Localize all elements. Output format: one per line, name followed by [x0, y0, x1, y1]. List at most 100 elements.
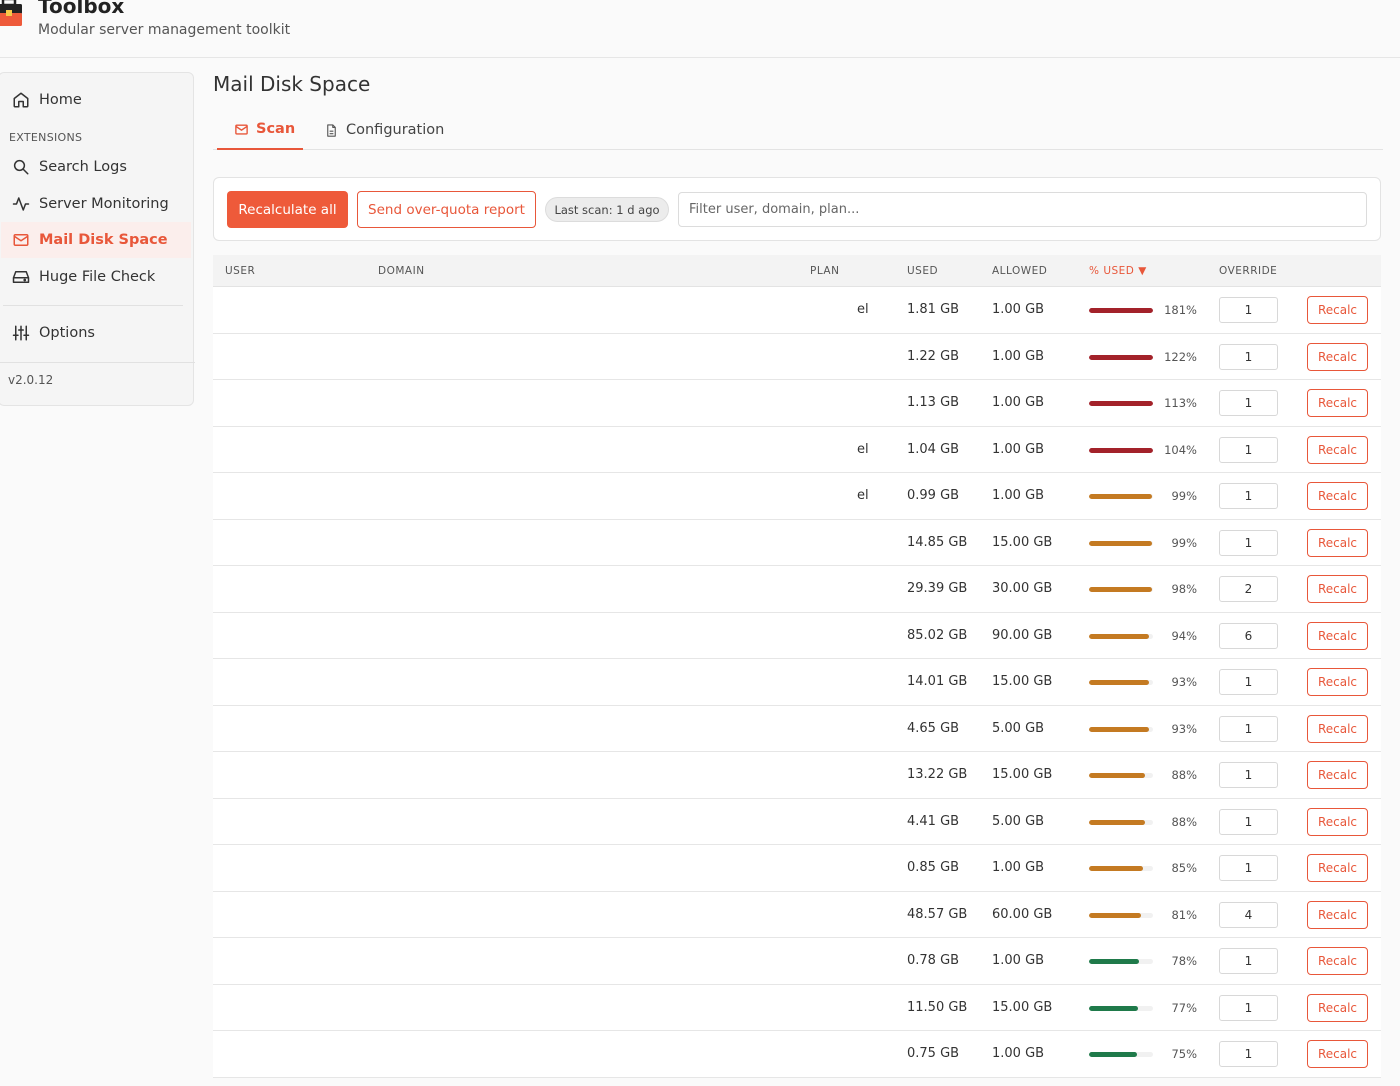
override-input[interactable]	[1219, 715, 1278, 742]
override-input[interactable]	[1219, 855, 1278, 881]
override-input[interactable]	[1219, 343, 1278, 370]
recalc-button[interactable]: Recalc	[1307, 528, 1368, 557]
column-header-override[interactable]: OVERRIDE	[1219, 265, 1277, 277]
used-cell: 1.22 GB	[907, 348, 960, 364]
override-input[interactable]	[1219, 529, 1278, 556]
usage-bar-fill	[1089, 1005, 1139, 1011]
usage-bar-fill	[1089, 773, 1146, 778]
recalc-button[interactable]: Recalc	[1307, 900, 1368, 929]
pct-used-cell: 88%	[1171, 814, 1197, 829]
sidebar-item-options[interactable]: Options	[1, 315, 191, 351]
table-row: 4.65 GB 5.00 GB 93% Recalc	[213, 705, 1381, 752]
recalc-button[interactable]: Recalc	[1307, 1040, 1368, 1068]
row-user-domain-area	[213, 612, 858, 658]
scan-toolbar: Recalculate all Send over-quota report L…	[213, 177, 1381, 241]
pct-used-cell: 93%	[1171, 721, 1197, 736]
row-user-domain-area	[213, 1031, 858, 1077]
sidebar-item-huge-file-check[interactable]: Huge File Check	[1, 259, 191, 295]
row-user-domain-area	[213, 659, 858, 705]
used-cell: 29.39 GB	[907, 581, 968, 596]
usage-bar	[1089, 308, 1153, 313]
usage-bar	[1089, 1052, 1153, 1057]
usage-bar	[1089, 726, 1153, 732]
sidebar-item-home[interactable]: Home	[1, 82, 191, 118]
usage-bar	[1089, 866, 1153, 871]
override-input[interactable]	[1219, 576, 1278, 602]
recalc-button[interactable]: Recalc	[1307, 296, 1368, 324]
recalc-button[interactable]: Recalc	[1307, 714, 1368, 743]
override-input[interactable]	[1219, 436, 1278, 463]
used-cell: 11.50 GB	[907, 999, 968, 1015]
sliders-icon	[11, 323, 31, 343]
usage-bar-fill	[1089, 866, 1144, 871]
usage-bar-fill	[1089, 447, 1153, 453]
tab-configuration[interactable]: Configuration	[324, 110, 444, 150]
recalc-button[interactable]: Recalc	[1307, 435, 1368, 464]
used-cell: 0.85 GB	[907, 860, 960, 875]
sidebar-item-label: Server Monitoring	[39, 196, 169, 212]
usage-bar	[1089, 401, 1153, 406]
sidebar-item-mail-disk-space[interactable]: Mail Disk Space	[1, 222, 191, 258]
send-over-quota-report-button[interactable]: Send over-quota report	[357, 191, 536, 228]
row-user-domain-area	[213, 705, 858, 751]
pct-used-cell: 77%	[1171, 1000, 1197, 1015]
used-cell: 4.65 GB	[907, 720, 960, 736]
override-input[interactable]	[1219, 622, 1278, 649]
recalculate-all-button[interactable]: Recalculate all	[227, 191, 348, 228]
sidebar-item-label: Huge File Check	[39, 269, 156, 285]
override-input[interactable]	[1219, 901, 1278, 928]
override-input[interactable]	[1219, 1041, 1278, 1067]
allowed-cell: 1.00 GB	[992, 302, 1045, 317]
filter-input[interactable]	[678, 192, 1367, 227]
recalc-button[interactable]: Recalc	[1307, 993, 1368, 1022]
hard-drive-icon	[11, 267, 31, 287]
recalc-button[interactable]: Recalc	[1307, 947, 1368, 975]
allowed-cell: 15.00 GB	[992, 674, 1053, 689]
override-input[interactable]	[1219, 390, 1278, 416]
override-input[interactable]	[1219, 808, 1278, 835]
recalc-button[interactable]: Recalc	[1307, 575, 1368, 603]
used-cell: 1.81 GB	[907, 302, 960, 317]
plan-cell: el	[857, 302, 869, 317]
recalc-button[interactable]: Recalc	[1307, 668, 1368, 696]
recalc-button[interactable]: Recalc	[1307, 621, 1368, 650]
recalc-button[interactable]: Recalc	[1307, 854, 1368, 882]
column-header-allowed[interactable]: ALLOWED	[992, 265, 1047, 277]
recalc-button[interactable]: Recalc	[1307, 342, 1368, 371]
override-input[interactable]	[1219, 994, 1278, 1021]
override-input[interactable]	[1219, 669, 1278, 695]
usage-bar-fill	[1089, 680, 1149, 685]
row-user-domain-area	[213, 984, 858, 1030]
override-input[interactable]	[1219, 297, 1278, 323]
override-input[interactable]	[1219, 483, 1278, 509]
sidebar-divider	[3, 305, 183, 306]
version-label: v2.0.12	[8, 373, 54, 387]
usage-bar	[1089, 959, 1153, 964]
sidebar-item-server-monitoring[interactable]: Server Monitoring	[1, 186, 191, 222]
table-row: 11.50 GB 15.00 GB 77% Recalc	[213, 984, 1381, 1031]
recalc-button[interactable]: Recalc	[1307, 389, 1368, 417]
sidebar-item-search-logs[interactable]: Search Logs	[1, 149, 191, 185]
sidebar-item-label: Search Logs	[39, 159, 127, 175]
recalc-button[interactable]: Recalc	[1307, 482, 1368, 510]
table-row: 1.22 GB 1.00 GB 122% Recalc	[213, 333, 1381, 380]
override-input[interactable]	[1219, 762, 1278, 788]
allowed-cell: 1.00 GB	[992, 395, 1045, 410]
usage-bar	[1089, 773, 1153, 778]
usage-bar-fill	[1089, 540, 1153, 546]
table-row: 29.39 GB 30.00 GB 98% Recalc	[213, 566, 1381, 613]
allowed-cell: 30.00 GB	[992, 581, 1053, 596]
recalc-button[interactable]: Recalc	[1307, 761, 1368, 789]
tab-scan[interactable]: Scan	[217, 110, 303, 150]
column-header-domain[interactable]: DOMAIN	[378, 265, 425, 277]
row-user-domain-area	[213, 333, 858, 379]
column-header-user[interactable]: USER	[225, 265, 255, 277]
column-header-pct-used[interactable]: % USED ▼	[1089, 265, 1147, 277]
override-input[interactable]	[1219, 948, 1278, 974]
usage-bar-fill	[1089, 354, 1153, 360]
column-header-plan[interactable]: PLAN	[810, 265, 839, 277]
column-header-used[interactable]: USED	[907, 265, 938, 277]
allowed-cell: 60.00 GB	[992, 906, 1053, 922]
sidebar-section-label: EXTENSIONS	[9, 131, 83, 144]
recalc-button[interactable]: Recalc	[1307, 807, 1368, 836]
